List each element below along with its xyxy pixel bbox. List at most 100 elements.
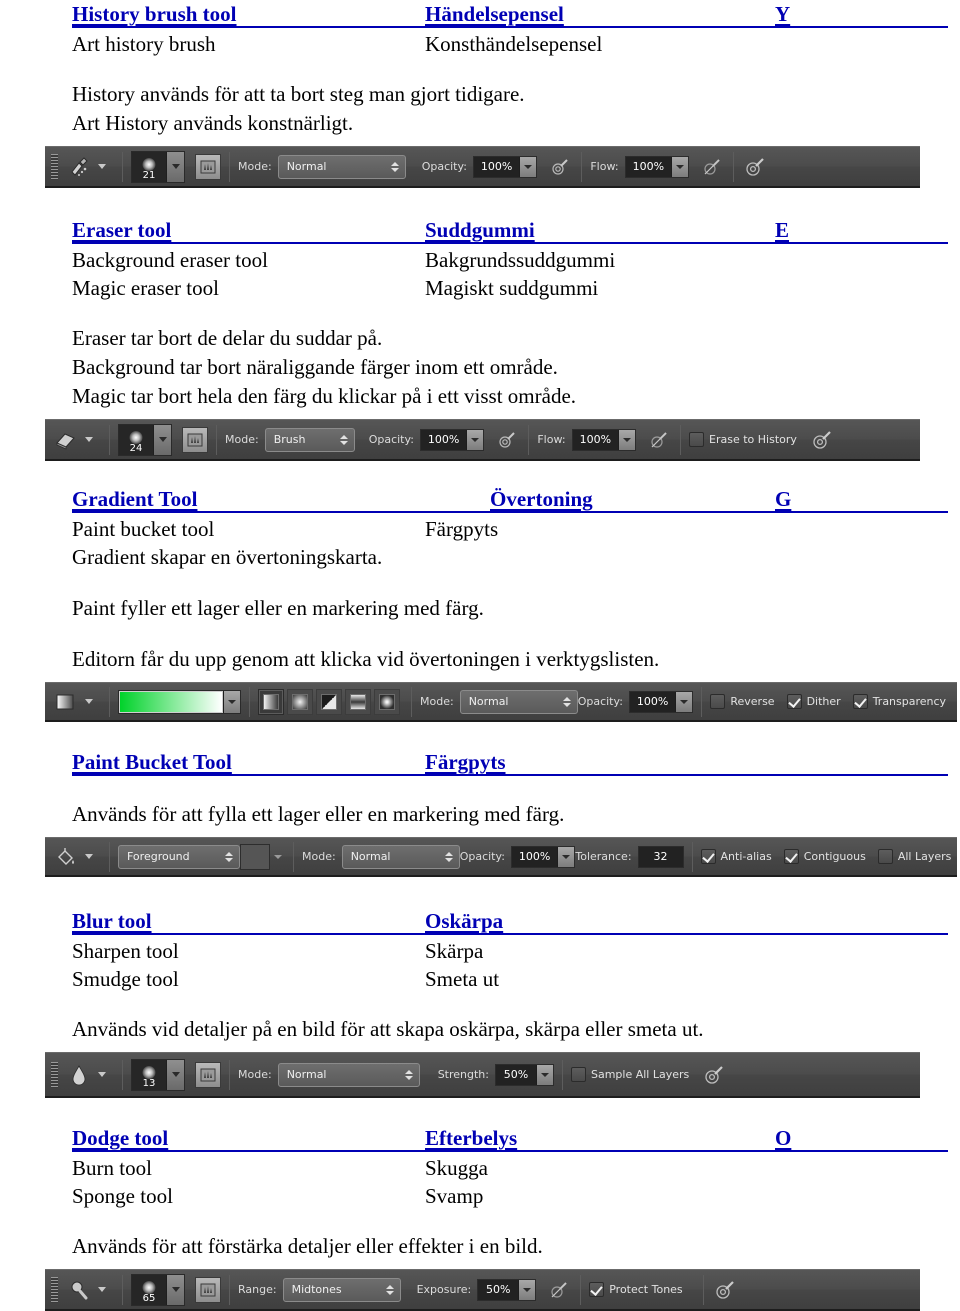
tolerance-field[interactable]: 32	[637, 845, 684, 868]
strength-field[interactable]: 50%	[494, 1063, 554, 1086]
drag-grip[interactable]	[51, 153, 58, 180]
protect-tones-checkbox[interactable]: Protect Tones	[589, 1282, 683, 1297]
opacity-field[interactable]: 100%	[628, 690, 694, 713]
airbrush-icon[interactable]	[809, 427, 835, 453]
heading-en: Gradient Tool	[72, 487, 198, 511]
brush-chevron-down-icon[interactable]	[166, 1274, 184, 1305]
opacity-chevron-down-icon[interactable]	[466, 429, 484, 450]
checkbox-box[interactable]	[589, 1282, 605, 1297]
brush-chevron-down-icon[interactable]	[166, 1059, 184, 1090]
stepper-icon[interactable]	[384, 1284, 396, 1295]
stepper-icon[interactable]	[403, 1069, 415, 1080]
checkbox-box[interactable]	[852, 694, 868, 709]
opacity-chevron-down-icon[interactable]	[519, 156, 537, 177]
opacity-pressure-icon[interactable]	[494, 427, 520, 453]
tool-preset-chevron-down-icon[interactable]	[85, 854, 93, 859]
erase-to-history-checkbox[interactable]: Erase to History	[689, 432, 797, 447]
tool-preset-chevron-down-icon[interactable]	[98, 1072, 106, 1077]
opacity-field[interactable]: 100%	[510, 845, 576, 868]
dither-checkbox[interactable]: Dither	[786, 694, 841, 709]
flow-field[interactable]: 100%	[571, 428, 637, 451]
checkbox-box[interactable]	[570, 1067, 586, 1082]
flow-chevron-down-icon[interactable]	[671, 156, 689, 177]
gradient-chevron-down-icon[interactable]	[223, 690, 240, 713]
checkbox-box[interactable]	[689, 432, 705, 447]
checkbox-box[interactable]	[783, 849, 799, 864]
mode-select[interactable]: Brush	[264, 427, 355, 452]
mode-select[interactable]: Normal	[277, 1062, 420, 1087]
toggle-brush-panel-button[interactable]	[195, 1061, 221, 1088]
brush-preset-picker[interactable]: 13	[131, 1058, 185, 1091]
tool-preset-chevron-down-icon[interactable]	[85, 699, 93, 704]
brush-thumbnail: 65	[132, 1274, 166, 1305]
mode-select[interactable]: Normal	[277, 154, 406, 179]
opacity-pressure-icon[interactable]	[547, 154, 573, 180]
toggle-brush-panel-button[interactable]	[182, 426, 208, 453]
all-layers-checkbox[interactable]: All Layers	[877, 849, 951, 864]
toggle-brush-panel-button[interactable]	[195, 153, 221, 180]
reverse-checkbox[interactable]: Reverse	[710, 694, 775, 709]
sample-all-layers-checkbox[interactable]: Sample All Layers	[570, 1067, 690, 1082]
flow-pressure-icon[interactable]	[646, 427, 672, 453]
subtool-sv: Skugga	[425, 1156, 488, 1180]
tool-preset-chevron-down-icon[interactable]	[85, 437, 93, 442]
drag-grip[interactable]	[51, 1276, 58, 1303]
airbrush-icon[interactable]	[742, 154, 768, 180]
flow-pressure-icon[interactable]	[699, 154, 725, 180]
brush-preset-picker[interactable]: 24	[118, 423, 172, 456]
anti-alias-checkbox[interactable]: Anti-alias	[700, 849, 772, 864]
opacity-chevron-down-icon[interactable]	[675, 691, 693, 712]
brush-preset-picker[interactable]: 65	[131, 1273, 185, 1306]
checkbox-box[interactable]	[877, 849, 893, 864]
fill-pattern-picker[interactable]	[240, 843, 285, 870]
gradient-type-radial-button[interactable]	[287, 688, 313, 715]
dodge-icon[interactable]	[64, 1276, 94, 1304]
checkbox-box[interactable]	[786, 694, 802, 709]
history-brush-icon[interactable]	[64, 153, 94, 181]
exposure-field[interactable]: 50%	[477, 1278, 537, 1301]
flow-chevron-down-icon[interactable]	[618, 429, 636, 450]
brush-chevron-down-icon[interactable]	[153, 424, 171, 455]
fill-source-value: Foreground	[127, 850, 190, 863]
opacity-field[interactable]: 100%	[472, 155, 538, 178]
eraser-icon[interactable]	[51, 426, 81, 454]
tool-preset-chevron-down-icon[interactable]	[98, 164, 106, 169]
stepper-icon[interactable]	[443, 851, 455, 862]
stepper-icon[interactable]	[389, 161, 401, 172]
strength-chevron-down-icon[interactable]	[535, 1064, 553, 1085]
gradient-type-linear-button[interactable]	[258, 688, 284, 715]
exposure-chevron-down-icon[interactable]	[518, 1279, 536, 1300]
tool-preset-chevron-down-icon[interactable]	[98, 1287, 106, 1292]
checkbox-box[interactable]	[710, 694, 726, 709]
opacity-field[interactable]: 100%	[419, 428, 485, 451]
gradient-type-diamond-button[interactable]	[374, 688, 400, 715]
exposure-value: 50%	[478, 1279, 519, 1300]
toggle-brush-panel-button[interactable]	[195, 1276, 221, 1303]
brush-preset-picker[interactable]: 21	[131, 150, 185, 183]
mode-select[interactable]: Normal	[341, 844, 460, 869]
paint-bucket-icon[interactable]	[51, 843, 81, 871]
checkbox-box[interactable]	[700, 849, 716, 864]
drag-grip[interactable]	[51, 1061, 58, 1088]
airbrush-icon[interactable]	[701, 1062, 727, 1088]
gradient-type-angle-button[interactable]	[316, 688, 342, 715]
gradient-preset-picker[interactable]	[118, 689, 241, 714]
sample-all-layers-label: Sample All Layers	[590, 1068, 690, 1081]
blur-droplet-icon[interactable]	[64, 1061, 94, 1089]
stepper-icon[interactable]	[223, 851, 235, 862]
exposure-pressure-icon[interactable]	[546, 1277, 572, 1303]
stepper-icon[interactable]	[338, 434, 350, 445]
mode-select[interactable]: Normal	[459, 689, 578, 714]
airbrush-icon[interactable]	[712, 1277, 738, 1303]
divider	[229, 1059, 230, 1090]
fill-source-select[interactable]: Foreground	[118, 844, 240, 869]
brush-chevron-down-icon[interactable]	[166, 151, 184, 182]
transparency-checkbox[interactable]: Transparency	[852, 694, 946, 709]
flow-field[interactable]: 100%	[624, 155, 690, 178]
gradient-type-reflected-button[interactable]	[345, 688, 371, 715]
gradient-icon[interactable]	[51, 688, 81, 716]
stepper-icon[interactable]	[561, 696, 573, 707]
opacity-chevron-down-icon[interactable]	[557, 846, 575, 867]
contiguous-checkbox[interactable]: Contiguous	[783, 849, 866, 864]
pattern-chevron-down-icon[interactable]	[270, 844, 285, 870]
